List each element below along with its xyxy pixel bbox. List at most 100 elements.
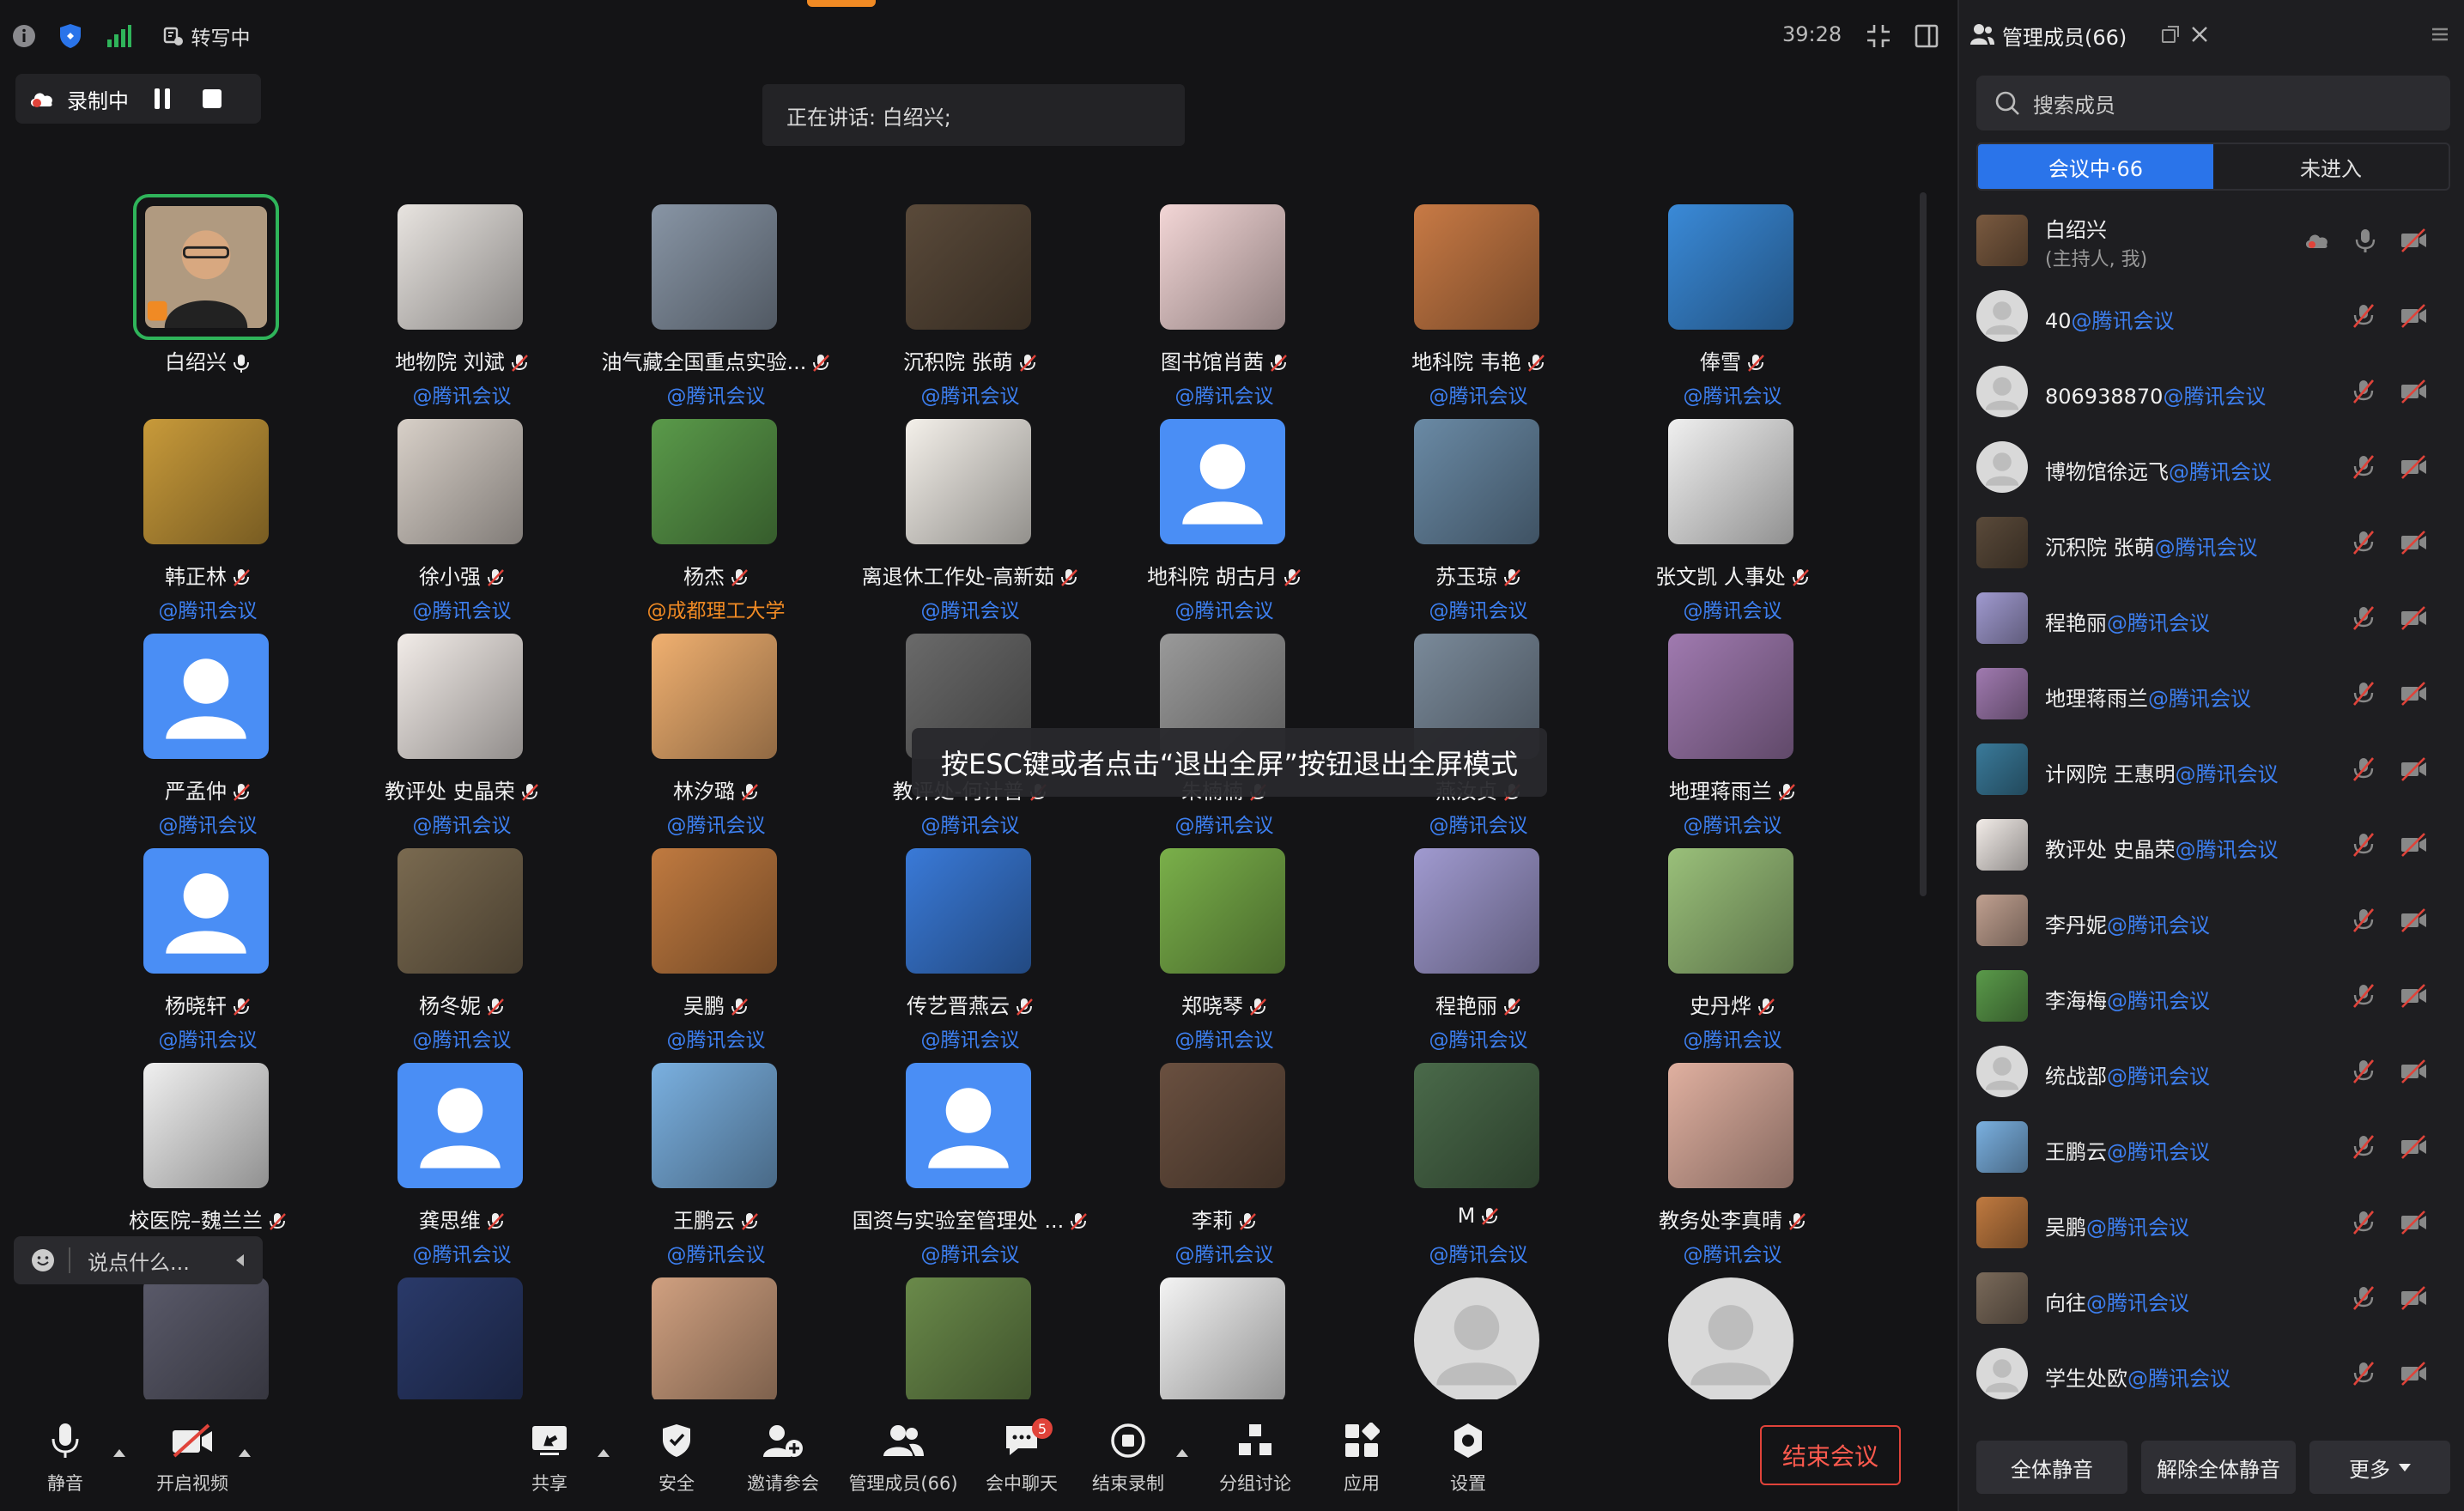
participant-tile[interactable]: 传艺晋燕云 @腾讯会议 (843, 840, 1097, 1054)
invite-button[interactable]: 邀请参会 (723, 1417, 843, 1502)
participant-tile[interactable] (843, 1269, 1097, 1399)
participant-tile[interactable]: 俸雪 @腾讯会议 (1605, 196, 1860, 410)
camera-off-icon[interactable] (2399, 528, 2428, 557)
camera-off-icon[interactable] (2399, 755, 2428, 784)
member-row[interactable]: 李海梅@腾讯会议 (1959, 958, 2464, 1034)
emoji-icon[interactable] (29, 1247, 57, 1274)
camera-off-icon[interactable] (2399, 452, 2428, 482)
mic-muted-icon[interactable] (2349, 452, 2378, 482)
participant-tile[interactable]: 史丹烨 @腾讯会议 (1605, 840, 1860, 1054)
share-options-caret[interactable] (598, 1449, 610, 1457)
member-row[interactable]: 计网院 王惠明@腾讯会议 (1959, 731, 2464, 807)
stop-recording-button[interactable]: 结束录制 (1068, 1417, 1188, 1502)
gallery-scrollbar[interactable] (1920, 192, 1927, 896)
member-row[interactable]: 地理蒋雨兰@腾讯会议 (1959, 656, 2464, 731)
camera-off-icon[interactable] (2399, 906, 2428, 935)
member-row[interactable]: 学生处欧@腾讯会议 (1959, 1336, 2464, 1411)
quick-chat-input[interactable]: 说点什么... (14, 1236, 263, 1284)
participant-tile[interactable]: 沉积院 张萌 @腾讯会议 (843, 196, 1097, 410)
participant-tile[interactable]: 龚思维 @腾讯会议 (335, 1054, 589, 1269)
participant-tile[interactable]: 吴鹏 @腾讯会议 (589, 840, 843, 1054)
mic-muted-icon[interactable] (2349, 906, 2378, 935)
camera-off-icon[interactable] (2399, 1132, 2428, 1162)
mic-muted-icon[interactable] (2349, 604, 2378, 633)
camera-off-icon[interactable] (2399, 1359, 2428, 1388)
participant-tile[interactable]: 郑晓琴 @腾讯会议 (1097, 840, 1351, 1054)
camera-off-icon[interactable] (2399, 301, 2428, 331)
unmute-all-button[interactable]: 解除全体静音 (2141, 1441, 2296, 1494)
member-row[interactable]: 向往@腾讯会议 (1959, 1260, 2464, 1336)
mic-muted-icon[interactable] (2349, 755, 2378, 784)
camera-off-icon[interactable] (2399, 1057, 2428, 1086)
share-screen-button[interactable]: 共享 (489, 1417, 610, 1502)
participant-tile[interactable]: 地理蒋雨兰 @腾讯会议 (1605, 625, 1860, 840)
camera-off-icon[interactable] (2399, 226, 2428, 255)
participant-tile[interactable]: 地科院 胡古月 @腾讯会议 (1097, 410, 1351, 625)
member-row[interactable]: 白绍兴 (主持人, 我) (1959, 203, 2464, 278)
exit-fullscreen-icon[interactable] (1861, 19, 1896, 53)
camera-off-icon[interactable] (2399, 1283, 2428, 1313)
participant-tile[interactable]: 离退休工作处-高新茹 @腾讯会议 (843, 410, 1097, 625)
member-row[interactable]: 教评处 史晶荣@腾讯会议 (1959, 807, 2464, 883)
participant-tile[interactable]: 杨冬妮 @腾讯会议 (335, 840, 589, 1054)
participant-tile[interactable]: 苏玉琼 @腾讯会议 (1351, 410, 1605, 625)
audio-options-caret[interactable] (113, 1449, 125, 1457)
member-row[interactable]: 吴鹏@腾讯会议 (1959, 1185, 2464, 1260)
participant-tile[interactable]: 张文凯 人事处 @腾讯会议 (1605, 410, 1860, 625)
mic-muted-icon[interactable] (2349, 1057, 2378, 1086)
participant-tile[interactable] (1605, 1269, 1860, 1399)
mic-muted-icon[interactable] (2349, 1359, 2378, 1388)
security-button[interactable]: 安全 (616, 1417, 737, 1502)
collapse-chat-icon[interactable] (236, 1254, 244, 1266)
more-options-button[interactable]: 更多 (2309, 1441, 2450, 1494)
participant-tile[interactable] (1351, 1269, 1605, 1399)
participant-tile[interactable] (81, 1269, 335, 1399)
member-row[interactable]: 程艳丽@腾讯会议 (1959, 580, 2464, 656)
mic-muted-icon[interactable] (2349, 1283, 2378, 1313)
participant-tile[interactable]: 地物院 刘斌 @腾讯会议 (335, 196, 589, 410)
member-row[interactable]: 40@腾讯会议 (1959, 278, 2464, 354)
mic-muted-icon[interactable] (2349, 1132, 2378, 1162)
participant-tile[interactable]: 教务处李真晴 @腾讯会议 (1605, 1054, 1860, 1269)
tab-in-meeting[interactable]: 会议中·66 (1978, 144, 2213, 189)
camera-off-icon[interactable] (2399, 377, 2428, 406)
mute-button[interactable]: 静音 (5, 1417, 125, 1502)
mic-on-icon[interactable] (2351, 226, 2380, 255)
camera-off-icon[interactable] (2399, 830, 2428, 859)
mic-muted-icon[interactable] (2349, 528, 2378, 557)
participant-tile[interactable]: 林汐璐 @腾讯会议 (589, 625, 843, 840)
mic-muted-icon[interactable] (2349, 301, 2378, 331)
popout-window-icon[interactable] (2160, 24, 2181, 45)
camera-off-icon[interactable] (2399, 981, 2428, 1010)
participant-tile[interactable]: 王鹏云 @腾讯会议 (589, 1054, 843, 1269)
transcribe-status[interactable]: 转写中 (155, 19, 258, 53)
participant-tile[interactable]: 杨杰 @成都理工大学 (589, 410, 843, 625)
video-options-caret[interactable] (239, 1449, 251, 1457)
apps-button[interactable]: 应用 (1302, 1417, 1422, 1502)
info-icon[interactable] (7, 19, 41, 53)
manage-members-button[interactable]: 管理成员(66) (843, 1417, 963, 1502)
member-row[interactable]: 806938870@腾讯会议 (1959, 354, 2464, 429)
end-meeting-button[interactable]: 结束会议 (1760, 1425, 1901, 1485)
camera-off-icon[interactable] (2399, 679, 2428, 708)
participant-tile[interactable]: 地科院 韦艳 @腾讯会议 (1351, 196, 1605, 410)
tab-not-joined[interactable]: 未进入 (2213, 144, 2449, 189)
participant-tile[interactable]: 油气藏全国重点实验... @腾讯会议 (589, 196, 843, 410)
camera-off-icon[interactable] (2399, 1208, 2428, 1237)
breakout-rooms-button[interactable]: 分组讨论 (1195, 1417, 1315, 1502)
member-row[interactable]: 李丹妮@腾讯会议 (1959, 883, 2464, 958)
member-search-input[interactable]: 搜索成员 (1976, 76, 2450, 130)
pause-recording-icon[interactable] (155, 88, 170, 109)
sidebar-toggle-icon[interactable] (1909, 19, 1944, 53)
participant-tile[interactable]: 李莉 @腾讯会议 (1097, 1054, 1351, 1269)
stop-recording-icon[interactable] (203, 89, 222, 108)
mic-muted-icon[interactable] (2349, 981, 2378, 1010)
member-row[interactable]: 王鹏云@腾讯会议 (1959, 1109, 2464, 1185)
mic-muted-icon[interactable] (2349, 830, 2378, 859)
participant-tile[interactable]: M @腾讯会议 (1351, 1054, 1605, 1269)
member-row[interactable]: 统战部@腾讯会议 (1959, 1034, 2464, 1109)
settings-button[interactable]: 设置 (1408, 1417, 1528, 1502)
participant-tile[interactable]: 教评处 史晶荣 @腾讯会议 (335, 625, 589, 840)
participant-tile[interactable]: 白绍兴 (81, 194, 335, 410)
mic-muted-icon[interactable] (2349, 679, 2378, 708)
